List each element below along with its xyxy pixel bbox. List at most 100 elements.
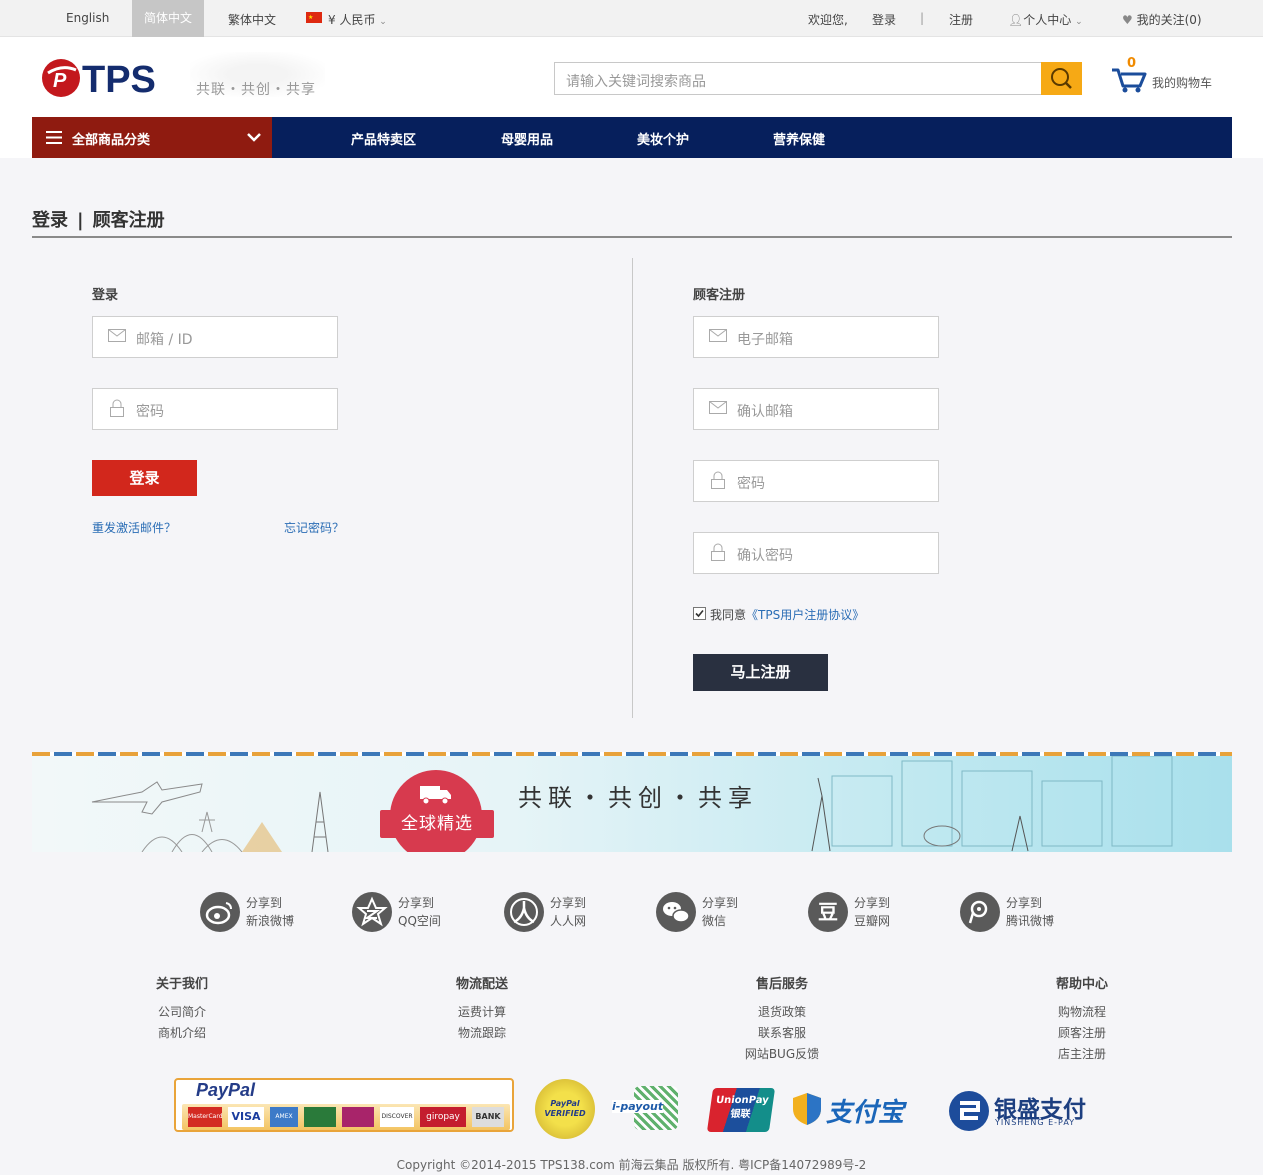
forgot-password-link[interactable]: 忘记密码？ [284, 519, 344, 536]
wechat-icon [656, 892, 696, 932]
footer-link[interactable]: 物流跟踪 [422, 1023, 542, 1044]
landmarks-illustration [91, 781, 329, 852]
all-categories-menu[interactable]: 全部商品分类 [32, 117, 272, 158]
mail-icon [709, 401, 727, 414]
register-email-placeholder: 电子邮箱 [737, 332, 793, 348]
heart-icon: ♥ [1122, 13, 1133, 27]
login-email-field[interactable]: 邮箱 / ID [92, 316, 338, 358]
mail-icon [108, 329, 126, 342]
footer-link[interactable]: 网站BUG反馈 [722, 1044, 842, 1065]
yinsheng-icon [949, 1091, 989, 1131]
search-icon [1051, 68, 1072, 89]
share-wechat[interactable]: 分享到 微信 [656, 890, 776, 934]
truck-icon [420, 786, 451, 805]
share-tencent-weibo[interactable]: 分享到 腾讯微博 [960, 890, 1080, 934]
footer-link[interactable]: 店主注册 [1022, 1044, 1142, 1065]
welcome-text: 欢迎您, [808, 13, 848, 27]
top-register-link[interactable]: 注册 [949, 11, 973, 28]
mail-icon [709, 329, 727, 342]
login-password-placeholder: 密码 [136, 404, 164, 420]
search-button[interactable] [1041, 62, 1082, 95]
weibo-icon [200, 892, 240, 932]
ipayout-logo: i-payout [612, 1086, 690, 1132]
footer-col-help: 帮助中心 购物流程 顾客注册 店主注册 [1022, 973, 1142, 1065]
banner-badge-text: 全球精选 [380, 810, 494, 838]
register-confirm-email-field[interactable]: 确认邮箱 [693, 388, 939, 430]
register-heading: 顾客注册 [693, 288, 746, 303]
footer-col-about: 关于我们 公司简介 商机介绍 [122, 973, 242, 1044]
currency-selector[interactable]: ¥ 人民币 ⌄ [328, 11, 387, 28]
lock-icon [711, 543, 725, 561]
renren-icon [504, 892, 544, 932]
shield-icon [793, 1093, 821, 1125]
douban-icon: 豆 [808, 892, 848, 932]
china-flag-icon: ★ [306, 12, 322, 26]
cart-label[interactable]: 我的购物车 [1152, 74, 1212, 91]
footer-link[interactable]: 商机介绍 [122, 1023, 242, 1044]
chevron-down-icon [247, 133, 261, 142]
header-slogan: 共联・共创・共享 [196, 82, 316, 98]
chevron-down-icon: ⌄ [379, 17, 387, 27]
share-douban[interactable]: 豆 分享到 豆瓣网 [808, 890, 928, 934]
login-email-placeholder: 邮箱 / ID [136, 332, 193, 348]
register-confirm-email-placeholder: 确认邮箱 [737, 404, 793, 420]
alipay-logo: 支付宝 [792, 1090, 927, 1130]
svg-text:P: P [53, 70, 67, 92]
register-button[interactable]: 马上注册 [693, 654, 828, 691]
paypal-verified-badge: PayPal VERIFIED [535, 1079, 595, 1139]
nav-item-beauty[interactable]: 美妆个护 [637, 129, 689, 148]
login-heading: 登录 [92, 288, 119, 303]
city-illustration [811, 756, 1173, 852]
register-confirm-password-placeholder: 确认密码 [737, 548, 793, 564]
top-login-link[interactable]: 登录 [872, 11, 896, 28]
register-email-field[interactable]: 电子邮箱 [693, 316, 939, 358]
resend-activation-link[interactable]: 重发激活邮件？ [92, 519, 176, 536]
footer-col-logistics: 物流配送 运费计算 物流跟踪 [422, 973, 542, 1044]
chevron-down-icon: ⌄ [1075, 17, 1083, 27]
topbar-divider: | [920, 11, 925, 25]
footer-link[interactable]: 公司简介 [122, 1002, 242, 1023]
checkmark-icon [695, 609, 704, 618]
nav-item-nutrition[interactable]: 营养保健 [773, 129, 825, 148]
promo-banner[interactable]: 全球精选 共联・共创・共享 [32, 752, 1232, 852]
banner-slogan: 共联・共创・共享 [518, 784, 758, 812]
search-input[interactable]: 请输入关键词搜索商品 [554, 62, 1042, 95]
tps-logo[interactable]: P TPS [40, 56, 160, 101]
footer-col-after-sales: 售后服务 退货政策 联系客服 网站BUG反馈 [722, 973, 842, 1065]
qzone-icon [352, 892, 392, 932]
all-categories-label: 全部商品分类 [72, 133, 151, 148]
register-password-placeholder: 密码 [737, 476, 765, 492]
footer-link[interactable]: 运费计算 [422, 1002, 542, 1023]
login-button[interactable]: 登录 [92, 460, 197, 496]
lang-simplified-chinese-link[interactable]: 简体中文 [132, 0, 204, 37]
lang-english-link[interactable]: English [66, 11, 109, 25]
footer-link[interactable]: 退货政策 [722, 1002, 842, 1023]
copyright-text: Copyright ©2014-2015 TPS138.com 前海云集品 版权… [396, 1158, 867, 1172]
unionpay-logo: UnionPay 银联 [706, 1088, 776, 1132]
register-password-field[interactable]: 密码 [693, 460, 939, 502]
nav-item-flash-sale[interactable]: 产品特卖区 [351, 129, 416, 148]
svg-text:豆: 豆 [818, 900, 838, 924]
lock-icon [110, 399, 124, 417]
favorites-link[interactable]: ♥ 我的关注(0) [1122, 11, 1202, 28]
footer-link[interactable]: 联系客服 [722, 1023, 842, 1044]
title-divider [32, 236, 1232, 238]
share-weibo[interactable]: 分享到 新浪微博 [200, 890, 320, 934]
register-confirm-password-field[interactable]: 确认密码 [693, 532, 939, 574]
footer-link[interactable]: 购物流程 [1022, 1002, 1142, 1023]
tencent-weibo-icon [960, 892, 1000, 932]
svg-text:★: ★ [308, 14, 313, 21]
account-menu[interactable]: 👤︎个人中心 ⌄ [1008, 11, 1083, 28]
share-renren[interactable]: 分享到 人人网 [504, 890, 624, 934]
lang-traditional-chinese-link[interactable]: 繁体中文 [228, 11, 276, 28]
agree-checkbox[interactable] [693, 607, 706, 620]
agree-text: 我同意《TPS用户注册协议》 [710, 608, 865, 622]
nav-item-baby[interactable]: 母婴用品 [501, 129, 553, 148]
terms-link[interactable]: 《TPS用户注册协议》 [746, 608, 864, 622]
footer-link[interactable]: 顾客注册 [1022, 1023, 1142, 1044]
logo-text: TPS [82, 59, 156, 100]
login-password-field[interactable]: 密码 [92, 388, 338, 430]
cart-count: 0 [1127, 56, 1137, 71]
column-divider [632, 258, 633, 718]
share-qzone[interactable]: 分享到 QQ空间 [352, 890, 472, 934]
